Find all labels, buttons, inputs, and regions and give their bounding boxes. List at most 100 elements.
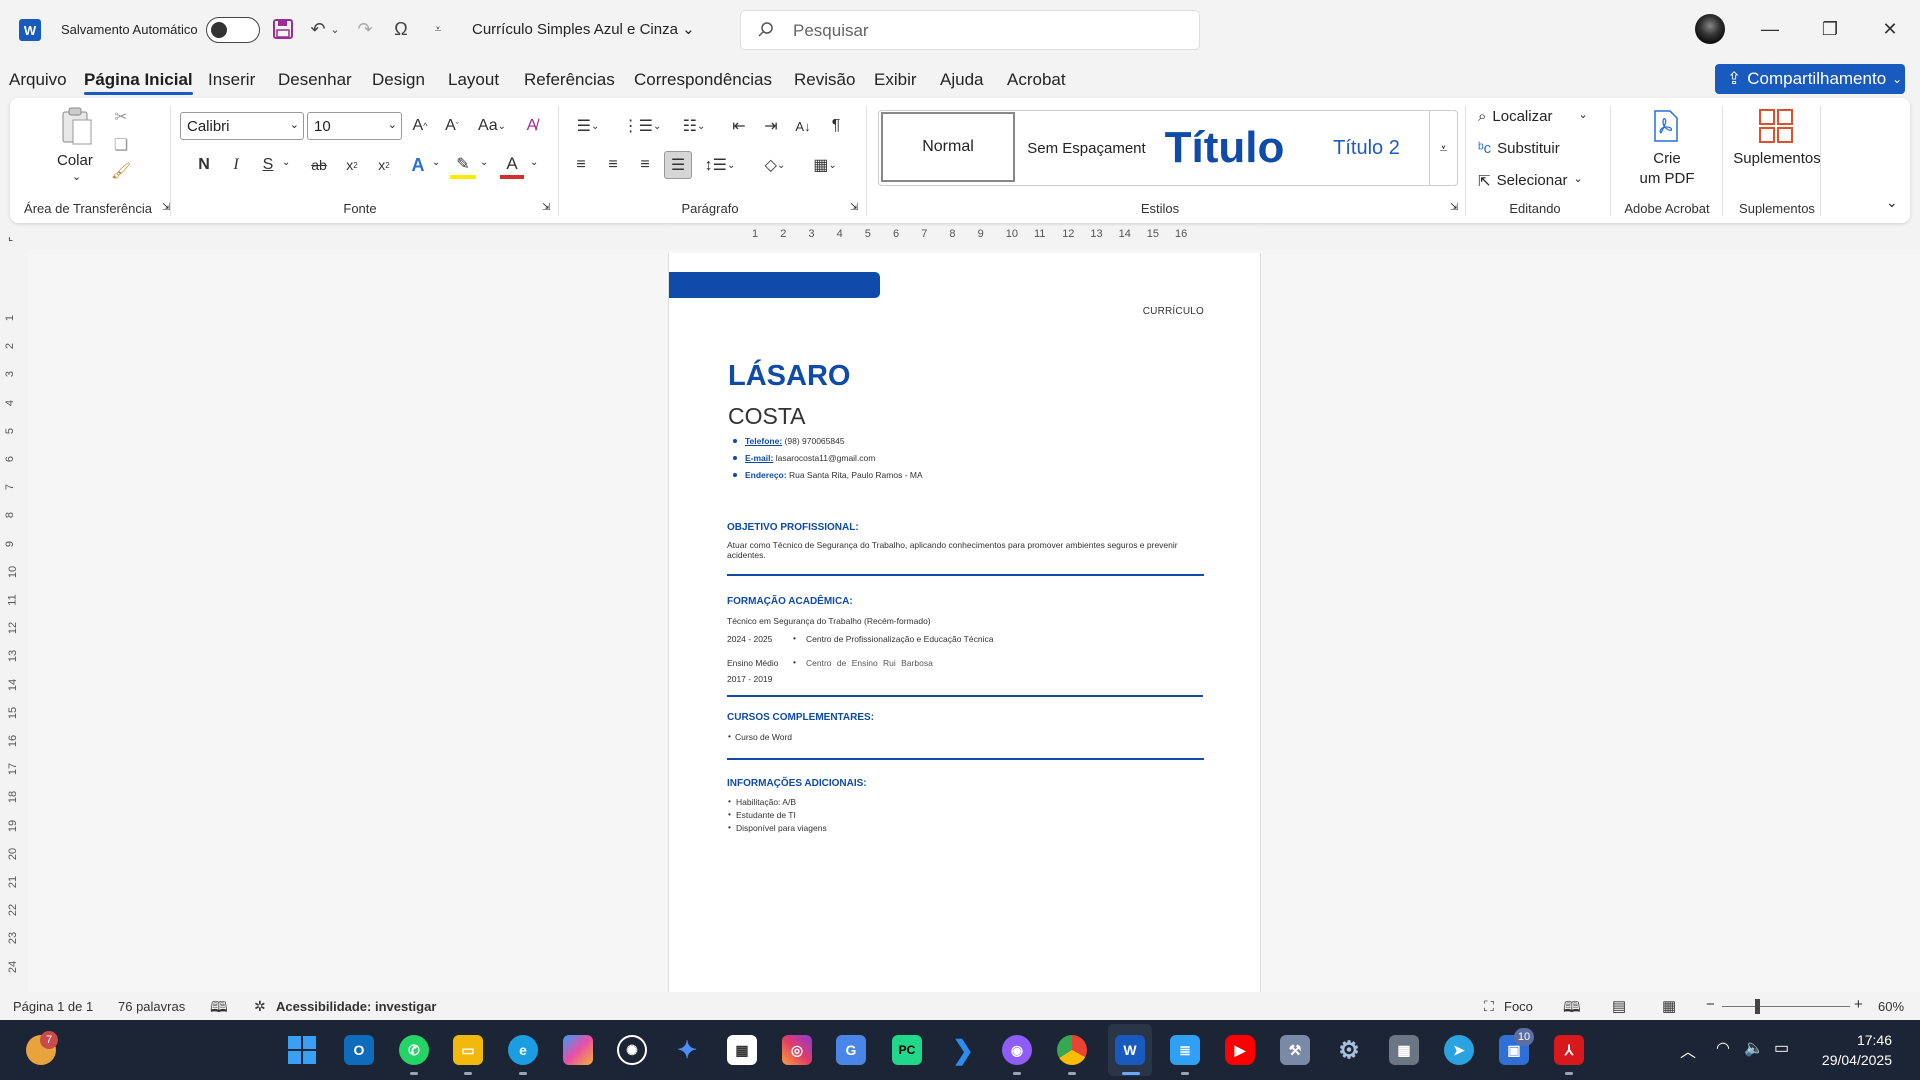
github-icon[interactable]: ◉ xyxy=(1002,1035,1032,1065)
format-painter-icon[interactable]: 🖌 xyxy=(110,160,132,182)
show-marks-icon[interactable]: ¶ xyxy=(824,114,848,138)
instagram-icon[interactable]: ◎ xyxy=(782,1035,812,1065)
replace-button[interactable]: ᵇc Substituir xyxy=(1478,140,1560,157)
shading-icon[interactable]: ◇ ⌄ xyxy=(755,153,795,177)
create-pdf-label-2[interactable]: um PDF xyxy=(1632,170,1702,187)
settings-icon[interactable]: ⚙ xyxy=(1334,1035,1364,1065)
style-title[interactable]: Título xyxy=(1157,111,1292,185)
chevron-down-icon[interactable]: ⌄ xyxy=(480,157,488,168)
tab-design[interactable]: Design xyxy=(372,70,425,90)
find-button[interactable]: ⌕ Localizar ⌄ xyxy=(1478,108,1588,125)
undo-dropdown-icon[interactable]: ⌄ xyxy=(328,16,342,42)
chevron-down-icon[interactable]: ⌄ xyxy=(282,157,290,168)
edge-icon[interactable]: e xyxy=(508,1035,538,1065)
acrobat-icon[interactable]: ⅄ xyxy=(1554,1035,1584,1065)
avatar[interactable] xyxy=(1695,14,1725,44)
bold-button[interactable]: N xyxy=(192,153,216,177)
web-layout-icon[interactable]: ▦ xyxy=(1662,997,1676,1015)
font-size-select[interactable]: 10 ⌄ xyxy=(307,112,402,140)
tools-icon[interactable]: ⚒ xyxy=(1280,1035,1310,1065)
create-pdf-icon[interactable] xyxy=(1648,108,1684,144)
zoom-slider-thumb[interactable] xyxy=(1755,999,1760,1014)
translate-icon[interactable]: G xyxy=(836,1035,866,1065)
search-box[interactable]: Pesquisar xyxy=(740,10,1200,50)
word-taskbar-icon[interactable]: W xyxy=(1115,1035,1145,1065)
dialog-launcher-icon[interactable]: ⇲ xyxy=(542,202,550,213)
addins-icon[interactable] xyxy=(1758,108,1794,144)
font-name-select[interactable]: Calibri ⌄ xyxy=(180,112,304,140)
addins-label[interactable]: Suplementos xyxy=(1722,150,1832,167)
notepad-icon[interactable]: ≣ xyxy=(1170,1035,1200,1065)
tab-revisao[interactable]: Revisão xyxy=(794,70,855,90)
store-icon[interactable]: ▦ xyxy=(727,1035,757,1065)
sort-icon[interactable]: A↓ xyxy=(790,114,816,138)
create-pdf-label[interactable]: Crie xyxy=(1632,150,1702,167)
underline-button[interactable]: S xyxy=(256,153,280,177)
redo-icon[interactable]: ↷ xyxy=(352,16,378,42)
tab-pagina-inicial[interactable]: Página Inicial xyxy=(84,70,193,95)
document-title[interactable]: Currículo Simples Azul e Cinza ⌄ xyxy=(472,20,695,38)
grow-font-icon[interactable]: A ^ xyxy=(408,114,432,138)
pycharm-icon[interactable]: PC xyxy=(892,1035,922,1065)
multilevel-list-icon[interactable]: ☷ ⌄ xyxy=(674,114,714,138)
vertical-ruler[interactable]: 1 2 3 4 5 6 7 8 9 10 11 12 13 14 15 16 17 18 19 20 21 22 23 24 xyxy=(4,250,25,990)
minimize-icon[interactable]: — xyxy=(1750,16,1790,42)
shrink-font-icon[interactable]: Aˇ xyxy=(440,114,464,138)
gemini-icon[interactable]: ✦ xyxy=(672,1035,702,1065)
file-explorer-icon[interactable]: ▭ xyxy=(453,1035,483,1065)
tab-selector-icon[interactable]: ⌞ xyxy=(8,230,13,243)
strikethrough-button[interactable]: ab xyxy=(306,153,332,177)
focus-button[interactable]: Foco xyxy=(1504,999,1533,1014)
copilot-icon[interactable] xyxy=(563,1035,593,1065)
align-left-icon[interactable]: ≡ xyxy=(568,153,594,177)
align-center-icon[interactable]: ≡ xyxy=(600,153,626,177)
chrome-icon[interactable] xyxy=(1057,1035,1087,1065)
word-count[interactable]: 76 palavras xyxy=(118,999,185,1014)
collapse-ribbon-icon[interactable]: ⌄ xyxy=(1886,194,1898,211)
style-no-spacing[interactable]: Sem Espaçament xyxy=(1019,111,1154,185)
select-button[interactable]: ⇱ Selecionar ⌄ xyxy=(1478,172,1583,190)
print-layout-icon[interactable]: ▤ xyxy=(1612,997,1626,1015)
font-color-icon[interactable]: A xyxy=(500,153,524,179)
chatgpt-icon[interactable]: ✺ xyxy=(617,1035,647,1065)
wifi-icon[interactable]: ◠ xyxy=(1716,1038,1730,1058)
chevron-up-icon[interactable]: ︿ xyxy=(1680,1038,1696,1062)
windows-start-icon[interactable] xyxy=(287,1035,317,1065)
chevron-down-icon[interactable]: ⌄ xyxy=(530,157,538,168)
bullets-icon[interactable]: ☰ ⌄ xyxy=(568,114,608,138)
zoom-out-icon[interactable]: − xyxy=(1706,996,1715,1013)
zoom-level[interactable]: 60% xyxy=(1878,999,1904,1014)
clock[interactable]: 17:46 29/04/2025 xyxy=(1822,1030,1892,1070)
borders-icon[interactable]: ▦ ⌄ xyxy=(805,153,845,177)
style-normal[interactable]: Normal xyxy=(881,112,1015,182)
change-case-icon[interactable]: Aa ⌄ xyxy=(472,114,512,138)
customize-qat-icon[interactable]: ⩡ xyxy=(425,16,451,42)
battery-icon[interactable]: ▭ xyxy=(1774,1038,1789,1058)
zoom-in-icon[interactable]: + xyxy=(1854,996,1863,1013)
omega-symbol-icon[interactable]: Ω xyxy=(388,16,414,42)
autosave-toggle[interactable] xyxy=(206,17,260,43)
superscript-icon[interactable]: x2 xyxy=(372,153,396,177)
tab-acrobat[interactable]: Acrobat xyxy=(1007,70,1066,90)
increase-indent-icon[interactable]: ⇥ xyxy=(758,114,784,138)
tab-referencias[interactable]: Referências xyxy=(524,70,615,90)
tab-layout[interactable]: Layout xyxy=(448,70,499,90)
tab-arquivo[interactable]: Arquivo xyxy=(9,70,67,90)
copy-icon[interactable]: ❏ xyxy=(110,134,132,156)
save-icon[interactable] xyxy=(270,16,296,42)
tab-exibir[interactable]: Exibir xyxy=(874,70,917,90)
italic-button[interactable]: I xyxy=(224,153,248,177)
align-right-icon[interactable]: ≡ xyxy=(632,153,658,177)
chevron-down-icon[interactable]: ⌄ xyxy=(72,170,81,183)
clear-formatting-icon[interactable]: A̸ xyxy=(520,114,544,138)
youtube-icon[interactable]: ▶ xyxy=(1225,1035,1255,1065)
restore-icon[interactable]: ❐ xyxy=(1810,16,1850,42)
cut-icon[interactable]: ✂ xyxy=(110,106,132,128)
document-page[interactable]: CURRÍCULO LÁSARO COSTA Telefone: (98) 97… xyxy=(668,253,1261,993)
decrease-indent-icon[interactable]: ⇤ xyxy=(726,114,752,138)
accessibility-status[interactable]: Acessibilidade: investigar xyxy=(276,999,436,1014)
whatsapp-icon[interactable]: ✆ xyxy=(399,1035,429,1065)
paste-label[interactable]: Colar xyxy=(57,152,93,169)
line-spacing-icon[interactable]: ↕☰ ⌄ xyxy=(700,153,740,177)
telegram-icon[interactable]: ➤ xyxy=(1444,1035,1474,1065)
